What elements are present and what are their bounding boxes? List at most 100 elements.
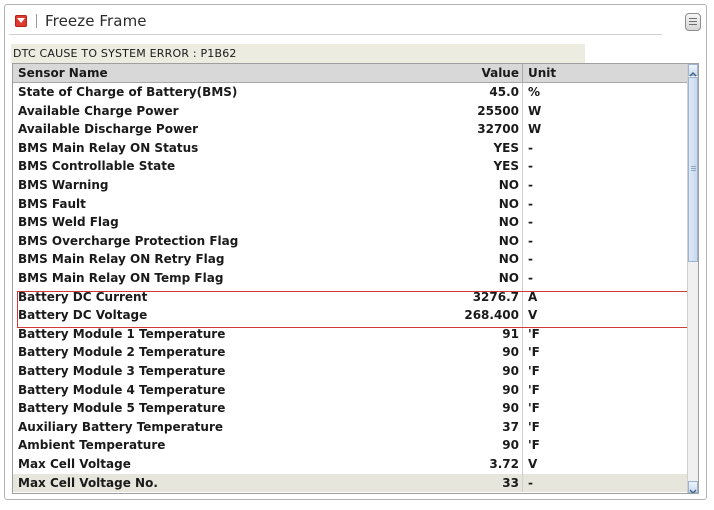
- table-row[interactable]: Max Cell Voltage No. 33-: [13, 473, 687, 493]
- sensor-value-cell: 268.400: [464, 308, 519, 323]
- sensor-value-cell: 45.0: [489, 85, 519, 99]
- sensor-value-cell: 33: [502, 475, 519, 490]
- sensor-unit-cell: W: [528, 122, 542, 137]
- sensor-unit-cell: 'F: [528, 345, 540, 360]
- sensor-unit-cell: -: [528, 475, 533, 490]
- sensor-unit-cell: -: [528, 271, 533, 285]
- sensor-name-cell: BMS Main Relay ON Retry Flag: [18, 252, 225, 267]
- sensor-value-cell: NO: [498, 215, 519, 230]
- table-row[interactable]: Battery Module 1 Temperature 91 'F: [13, 324, 687, 344]
- sensor-unit-cell: 'F: [528, 382, 540, 397]
- table-row[interactable]: Max Cell Voltage 3.72 V: [13, 455, 687, 474]
- table-row[interactable]: Auxiliary Battery Temperature 37 'F: [13, 417, 687, 437]
- sensor-name-cell: Available Discharge Power: [18, 122, 199, 137]
- sensor-unit-cell: A: [528, 289, 538, 304]
- sensor-value-cell: NO: [498, 178, 519, 192]
- scroll-up-button[interactable]: [688, 64, 698, 77]
- sensor-name-cell: BMS Overcharge Protection Flag: [18, 233, 239, 248]
- column-divider: [522, 194, 523, 214]
- sensor-value-cell: 32700: [477, 122, 519, 137]
- sensor-value-cell: 3.72: [489, 457, 519, 471]
- sensor-name-cell: State of Charge of Battery(BMS): [18, 85, 238, 99]
- sensor-name-cell: BMS Warning: [18, 178, 109, 192]
- column-divider: [522, 324, 523, 344]
- sensor-value-cell: 90: [502, 401, 519, 416]
- sensor-name-cell: Battery Module 2 Temperature: [18, 345, 226, 360]
- column-divider: [522, 287, 523, 307]
- sensor-unit-cell: V: [528, 308, 538, 323]
- table-row[interactable]: Battery Module 3 Temperature 90 'F: [13, 362, 687, 381]
- sensor-name-cell: Battery Module 5 Temperature: [18, 401, 226, 416]
- chevron-down-icon: [689, 489, 697, 493]
- table-row[interactable]: BMS Weld Flag NO -: [13, 213, 687, 232]
- sensor-name-cell: Ambient Temperature: [18, 438, 166, 453]
- header-value[interactable]: Value: [459, 66, 519, 80]
- sensor-name-cell: BMS Controllable State: [18, 159, 176, 174]
- vertical-scrollbar[interactable]: [687, 64, 698, 493]
- sensor-name-cell: Max Cell Voltage: [18, 457, 131, 471]
- column-divider: [522, 157, 523, 176]
- column-divider: [522, 473, 523, 493]
- column-divider: [522, 269, 523, 288]
- column-divider: [522, 138, 523, 158]
- table-row[interactable]: Battery Module 2 Temperature 90 'F: [13, 343, 687, 362]
- sensor-name-cell: Max Cell Voltage No.: [18, 475, 158, 490]
- column-divider: [522, 83, 523, 102]
- column-divider: [522, 64, 523, 82]
- menu-icon[interactable]: [685, 13, 701, 31]
- sensor-value-cell: NO: [498, 271, 519, 285]
- sensor-value-cell: 90: [502, 364, 519, 378]
- sensor-unit-cell: 'F: [528, 438, 540, 453]
- sensor-unit-cell: -: [528, 215, 533, 230]
- table-row[interactable]: BMS Main Relay ON Status YES -: [13, 138, 687, 158]
- table-row[interactable]: Available Charge Power 25500 W: [13, 101, 687, 121]
- table-row[interactable]: BMS Main Relay ON Retry Flag NO -: [13, 250, 687, 269]
- sensor-value-cell: 90: [502, 382, 519, 397]
- column-divider: [522, 250, 523, 269]
- table-row[interactable]: Battery DC Current 3276.7 A: [13, 287, 687, 307]
- column-divider: [522, 101, 523, 121]
- table-row[interactable]: Ambient Temperature 90 'F: [13, 436, 687, 455]
- sensor-value-cell: NO: [498, 233, 519, 248]
- header-sensor-name[interactable]: Sensor Name: [18, 66, 108, 80]
- sensor-unit-cell: -: [528, 140, 533, 155]
- table-row[interactable]: BMS Main Relay ON Temp Flag NO -: [13, 269, 687, 288]
- dtc-cause-text: DTC CAUSE TO SYSTEM ERROR : P1B62: [11, 44, 585, 63]
- sensor-value-cell: 91: [502, 326, 519, 341]
- table-row[interactable]: Battery Module 5 Temperature 90 'F: [13, 399, 687, 418]
- title-bar: Freeze Frame: [9, 5, 702, 35]
- sensor-unit-cell: 'F: [528, 401, 540, 416]
- column-divider: [522, 436, 523, 455]
- sensor-name-cell: Battery Module 1 Temperature: [18, 326, 226, 341]
- window-title: Freeze Frame: [45, 12, 147, 30]
- table-row[interactable]: BMS Overcharge Protection Flag NO -: [13, 231, 687, 251]
- table-row[interactable]: BMS Warning NO -: [13, 176, 687, 195]
- table-row[interactable]: State of Charge of Battery(BMS) 45.0%: [13, 83, 687, 102]
- sensor-unit-cell: 'F: [528, 419, 540, 434]
- sensor-name-cell: BMS Weld Flag: [18, 215, 119, 230]
- sensor-unit-cell: -: [528, 178, 533, 192]
- sensor-name-cell: Battery Module 3 Temperature: [18, 364, 226, 378]
- column-divider: [522, 306, 523, 325]
- scroll-down-button[interactable]: [688, 481, 698, 493]
- sensor-name-cell: Battery DC Voltage: [18, 308, 148, 323]
- sensor-name-cell: BMS Main Relay ON Temp Flag: [18, 271, 224, 285]
- table-row[interactable]: Battery DC Voltage 268.400 V: [13, 306, 687, 325]
- scroll-thumb[interactable]: [688, 77, 698, 262]
- sensor-unit-cell: -: [528, 196, 533, 211]
- sensor-name-cell: BMS Main Relay ON Status: [18, 140, 199, 155]
- sensor-name-cell: Available Charge Power: [18, 103, 179, 118]
- sensor-value-cell: NO: [498, 196, 519, 211]
- sensor-unit-cell: -: [528, 233, 533, 248]
- table-row[interactable]: BMS Controllable State YES -: [13, 157, 687, 176]
- table-row[interactable]: BMS Fault NO -: [13, 194, 687, 214]
- header-unit[interactable]: Unit: [528, 66, 556, 80]
- sensor-name-cell: Auxiliary Battery Temperature: [18, 419, 224, 434]
- sensor-unit-cell: -: [528, 159, 533, 174]
- sensor-value-cell: NO: [498, 252, 519, 267]
- collapse-icon[interactable]: [15, 15, 27, 27]
- sensor-value-cell: 37: [502, 419, 519, 434]
- table-row[interactable]: Battery Module 4 Temperature 90 'F: [13, 380, 687, 400]
- sensor-unit-cell: W: [528, 103, 542, 118]
- table-row[interactable]: Available Discharge Power 32700 W: [13, 120, 687, 139]
